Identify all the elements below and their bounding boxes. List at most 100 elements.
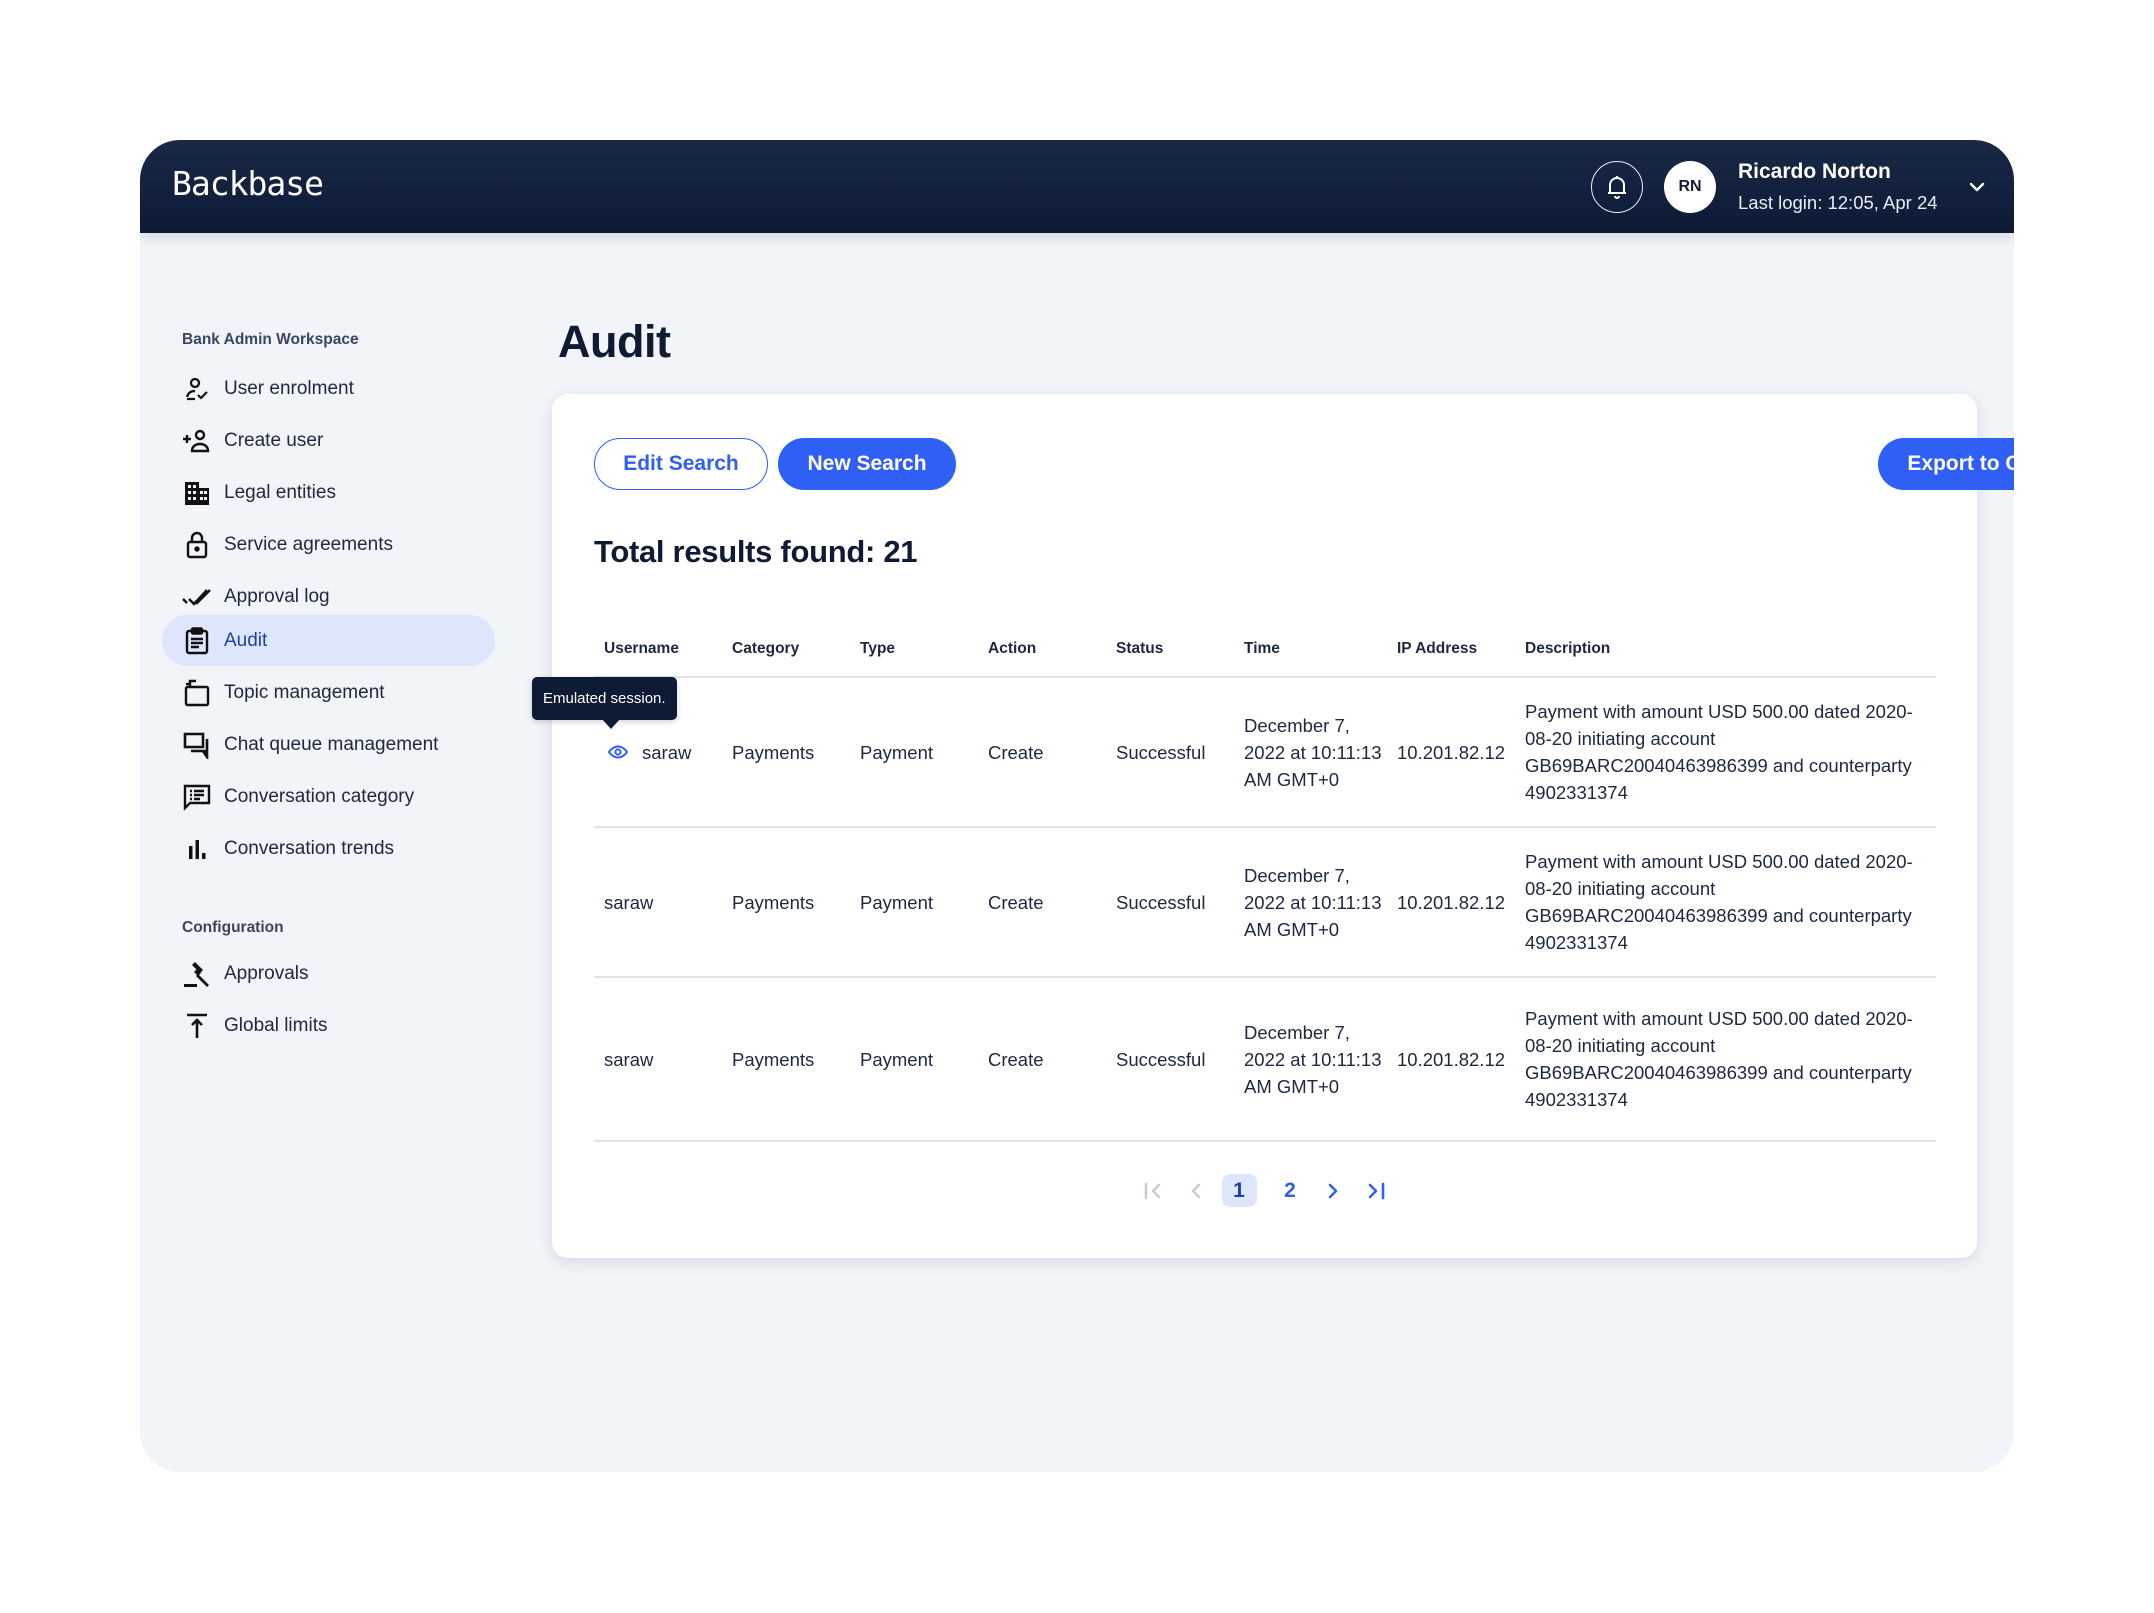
- type-cell: Payment: [860, 741, 934, 763]
- next-page-button[interactable]: [1316, 1174, 1351, 1207]
- category-cell: Payments: [732, 891, 815, 913]
- new-search-button[interactable]: New Search: [778, 438, 956, 490]
- category-cell: Payments: [732, 741, 815, 763]
- add-user-icon: [182, 426, 212, 456]
- status-cell: Successful: [1116, 1048, 1206, 1070]
- sidebar-item-conversation-trends[interactable]: Conversation trends: [162, 823, 495, 874]
- sidebar-item-user-enrolment[interactable]: User enrolment: [162, 363, 495, 414]
- sidebar-item-label: Approvals: [224, 962, 309, 984]
- last-login: Last login: 12:05, Apr 24: [1738, 192, 1938, 213]
- app-window: Backbase RN Ricardo Norton Last login: 1…: [140, 140, 2014, 1472]
- last-page-icon: [1368, 1182, 1385, 1199]
- time-cell: December 7, 2022 at 10:11:13 AM GMT+0: [1244, 864, 1382, 940]
- sidebar-item-approvals[interactable]: Approvals: [162, 948, 495, 999]
- bar-chart-icon: [182, 834, 212, 864]
- sidebar-item-audit[interactable]: Audit: [162, 615, 495, 666]
- sidebar-item-global-limits[interactable]: Global limits: [162, 1000, 495, 1051]
- audit-results-card: Edit Search New Search Export to CSV Tot…: [532, 394, 2014, 1258]
- sidebar-item-label: User enrolment: [224, 377, 354, 399]
- last-page-button[interactable]: [1359, 1174, 1394, 1207]
- sidebar-item-legal-entities[interactable]: Legal entities: [162, 467, 495, 518]
- column-header-username: Username: [604, 640, 679, 657]
- sidebar-section-title: Bank Admin Workspace: [182, 331, 359, 348]
- table-row[interactable]: saraw Payments Payment Create Successful…: [594, 978, 1936, 1142]
- edit-search-button[interactable]: Edit Search: [594, 438, 768, 490]
- chevron-right-icon: [1328, 1183, 1338, 1198]
- sidebar-item-label: Approval log: [224, 585, 330, 607]
- sidebar-item-service-agreements[interactable]: Service agreements: [162, 519, 495, 570]
- description-cell: Payment with amount USD 500.00 dated 202…: [1525, 701, 1913, 803]
- avatar[interactable]: RN: [1664, 161, 1716, 213]
- chevron-down-icon[interactable]: [1966, 176, 1988, 198]
- status-cell: Successful: [1116, 891, 1206, 913]
- column-header-status: Status: [1116, 640, 1164, 657]
- export-csv-button[interactable]: Export to CSV: [1878, 438, 2014, 490]
- total-results: Total results found: 21: [594, 534, 918, 569]
- action-cell: Create: [988, 891, 1044, 913]
- clipboard-icon: [182, 626, 212, 656]
- sidebar-item-label: Create user: [224, 429, 324, 451]
- chat-list-icon: [182, 782, 212, 812]
- table-header: Username Category Type Action Status Tim…: [594, 622, 1936, 678]
- notifications-button[interactable]: [1591, 161, 1643, 213]
- pagination: 1 2: [552, 1174, 1977, 1207]
- column-header-ip: IP Address: [1397, 640, 1478, 657]
- first-page-icon: [1144, 1182, 1161, 1199]
- status-cell: Successful: [1116, 741, 1206, 763]
- upload-limit-icon: [182, 1011, 212, 1041]
- top-bar: Backbase RN Ricardo Norton Last login: 1…: [140, 140, 2014, 233]
- chat-queue-icon: [182, 730, 212, 760]
- topic-icon: [182, 678, 212, 708]
- username-cell: saraw: [604, 1048, 654, 1070]
- ip-cell: 10.201.82.12: [1397, 891, 1506, 913]
- action-cell: Create: [988, 1048, 1044, 1070]
- previous-page-button[interactable]: [1179, 1174, 1214, 1207]
- column-header-action: Action: [988, 640, 1037, 657]
- eye-icon[interactable]: [608, 742, 628, 762]
- sidebar-item-label: Legal entities: [224, 481, 336, 503]
- logo[interactable]: Backbase: [172, 164, 324, 203]
- first-page-button[interactable]: [1136, 1174, 1171, 1207]
- user-check-icon: [182, 374, 212, 404]
- sidebar-item-chat-queue-management[interactable]: Chat queue management: [162, 719, 495, 770]
- audit-table: Username Category Type Action Status Tim…: [532, 622, 1936, 1142]
- emulated-session-tooltip: Emulated session.: [532, 676, 677, 729]
- user-name: Ricardo Norton: [1738, 160, 1891, 183]
- page-2-button[interactable]: 2: [1273, 1174, 1308, 1207]
- bell-icon: [1608, 176, 1626, 199]
- page-1-button[interactable]: 1: [1221, 1174, 1257, 1207]
- sidebar-item-topic-management[interactable]: Topic management: [162, 667, 495, 718]
- sidebar-item-create-user[interactable]: Create user: [162, 415, 495, 466]
- sidebar-item-label: Chat queue management: [224, 733, 439, 755]
- column-header-type: Type: [860, 640, 896, 657]
- gavel-icon: [182, 959, 212, 989]
- sidebar-item-label: Conversation category: [224, 785, 415, 807]
- chevron-left-icon: [1191, 1183, 1201, 1198]
- username-cell: saraw: [604, 891, 654, 913]
- username: saraw: [642, 741, 692, 763]
- time-cell: December 7, 2022 at 10:11:13 AM GMT+0: [1244, 1021, 1382, 1097]
- double-check-icon: [182, 582, 212, 612]
- type-cell: Payment: [860, 1048, 934, 1070]
- sidebar-item-label: Audit: [224, 629, 268, 651]
- table-row[interactable]: saraw Payments Payment Create Successful…: [594, 828, 1936, 978]
- building-icon: [182, 478, 212, 508]
- ip-cell: 10.201.82.12: [1397, 741, 1506, 763]
- time-cell: December 7, 2022 at 10:11:13 AM GMT+0: [1244, 714, 1382, 790]
- column-header-time: Time: [1244, 640, 1280, 657]
- ip-cell: 10.201.82.12: [1397, 1048, 1506, 1070]
- action-cell: Create: [988, 741, 1044, 763]
- sidebar-section-title: Configuration: [182, 919, 284, 936]
- sidebar-item-label: Service agreements: [224, 533, 393, 555]
- column-header-category: Category: [732, 640, 800, 657]
- table-row[interactable]: Emulated session. saraw Payments Payment…: [532, 676, 1936, 828]
- username-cell: Emulated session. saraw: [532, 676, 722, 766]
- page-title: Audit: [558, 316, 671, 367]
- type-cell: Payment: [860, 891, 934, 913]
- sidebar-item-conversation-category[interactable]: Conversation category: [162, 771, 495, 822]
- sidebar-item-label: Topic management: [224, 681, 385, 703]
- lock-icon: [182, 530, 212, 560]
- description-cell: Payment with amount USD 500.00 dated 202…: [1525, 1008, 1913, 1110]
- column-header-description: Description: [1525, 640, 1611, 657]
- sidebar-item-label: Conversation trends: [224, 837, 395, 859]
